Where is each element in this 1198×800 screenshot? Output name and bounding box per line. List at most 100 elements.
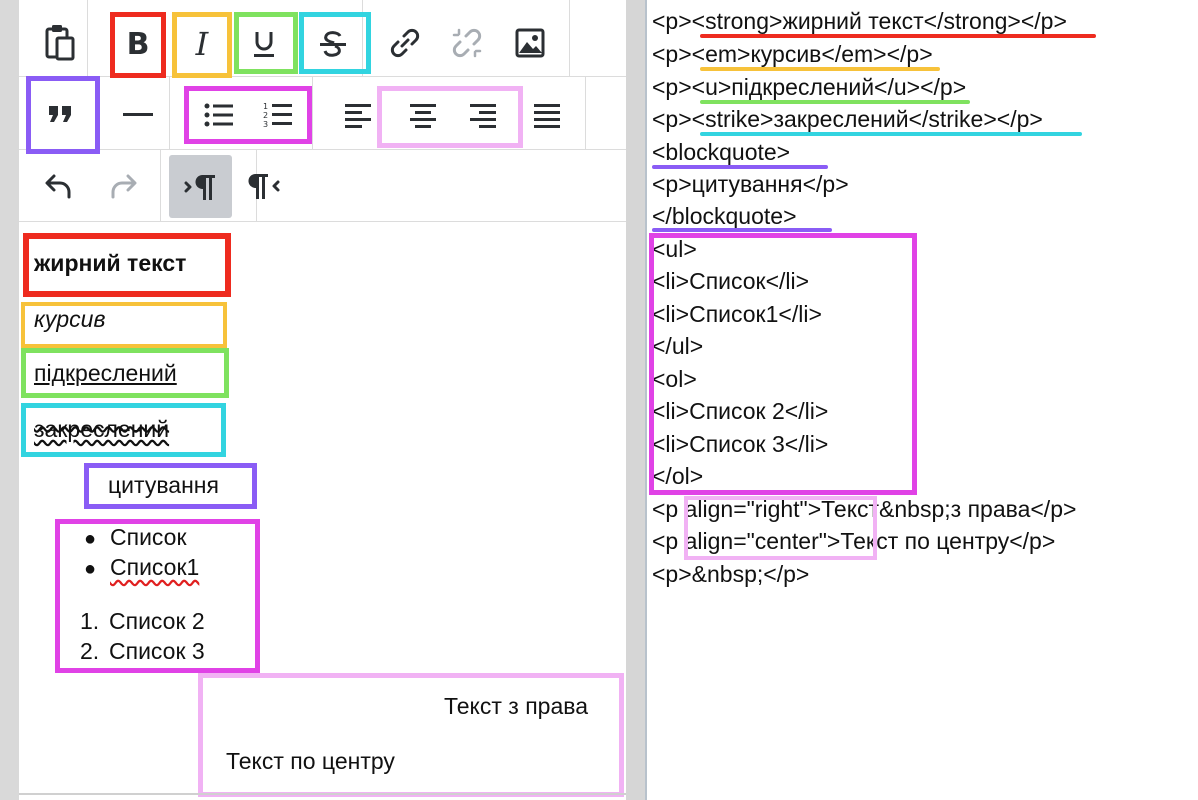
underline-underline-marker <box>700 100 970 104</box>
toolbar-group-divider <box>569 0 570 76</box>
blockquote-button[interactable] <box>34 88 88 140</box>
toolbar-group-divider <box>87 0 88 76</box>
align-justify-button[interactable] <box>522 90 572 140</box>
strikethrough-text-label: закреслений <box>34 416 170 442</box>
ltr-paragraph-icon <box>184 174 215 200</box>
source-line: <p>цитування</p> <box>652 171 849 197</box>
source-line: </blockquote> <box>652 203 797 229</box>
editor-left-edge <box>0 0 19 800</box>
rtl-paragraph-icon <box>248 174 280 199</box>
bold-text: жирний текст <box>34 250 187 276</box>
underline-icon <box>254 32 274 57</box>
paste-button[interactable] <box>36 18 84 66</box>
source-line: <li>Список 3</li> <box>652 431 829 457</box>
align-right-button[interactable] <box>458 90 508 140</box>
strikethrough-button[interactable] <box>303 16 363 72</box>
bullet-icon: ● <box>84 558 97 580</box>
source-line: </ul> <box>652 333 704 359</box>
bullet-list: ● Список ● Список1 <box>84 524 199 584</box>
redo-icon <box>111 174 137 199</box>
align-center-icon <box>410 104 436 128</box>
bullet-list-button[interactable] <box>194 90 244 140</box>
toolbar-bottom-border <box>19 221 626 222</box>
toolbar-group-divider <box>312 77 313 149</box>
bold-underline-marker <box>700 34 1096 38</box>
list-item-label: Список 3 <box>109 638 205 664</box>
align-left-icon <box>345 104 371 128</box>
svg-text:3: 3 <box>263 120 268 129</box>
source-line: <ol> <box>652 366 697 392</box>
source-line: <li>Список</li> <box>652 268 810 294</box>
align-center-button[interactable] <box>398 90 448 140</box>
source-line: <p align="center">Текст по центру</p> <box>652 528 1056 554</box>
numbered-list: 1. Список 2 2. Список 3 <box>80 608 205 668</box>
unlink-button <box>442 18 492 68</box>
list-item-label: Список1 <box>110 554 200 580</box>
svg-text:1: 1 <box>263 102 268 111</box>
blockquote-underline-marker <box>652 165 828 169</box>
strikethrough-underline-marker <box>700 132 1082 136</box>
italic-underline-marker <box>700 67 940 71</box>
underlined-text: підкреслений <box>34 360 177 386</box>
horizontal-rule-button[interactable] <box>113 90 163 140</box>
source-line: <p>&nbsp;</p> <box>652 561 810 587</box>
insert-image-button[interactable] <box>505 18 555 68</box>
toolbar-row-divider <box>19 149 626 150</box>
source-line: <ul> <box>652 236 697 262</box>
horizontal-rule-icon <box>123 113 153 116</box>
clipboard-icon <box>45 25 75 61</box>
source-line: <p><strong>жирний текст</strong></p> <box>652 8 1067 34</box>
source-line: <p><strike>закреслений</strike></p> <box>652 106 1043 132</box>
bullet-icon: ● <box>84 528 97 550</box>
align-left-button[interactable] <box>333 90 383 140</box>
blockquote-text: цитування <box>108 472 219 498</box>
toolbar-group-divider <box>585 77 586 149</box>
list-item-label: Список <box>110 524 187 550</box>
right-aligned-text: Текст з права <box>444 693 589 719</box>
list-item: ● Список <box>84 524 199 554</box>
undo-button[interactable] <box>34 160 84 212</box>
source-line: <p><u>підкреслений</u></p> <box>652 74 967 100</box>
wysiwyg-editor: B I 1 2 3 жирний текст курсив підкреслен… <box>0 0 628 800</box>
source-line: <li>Список1</li> <box>652 301 822 327</box>
center-aligned-text: Текст по центру <box>226 748 395 774</box>
blockquote-icon <box>49 106 71 122</box>
svg-text:2: 2 <box>263 111 268 120</box>
undo-icon <box>45 174 71 199</box>
bold-icon: B <box>126 26 150 62</box>
align-justify-icon <box>534 104 560 128</box>
image-icon <box>515 28 545 58</box>
source-line: </ol> <box>652 463 704 489</box>
list-number: 2. <box>80 638 100 664</box>
toolbar-row-divider <box>19 76 626 77</box>
list-item-label: Список 2 <box>109 608 205 634</box>
link-button[interactable] <box>380 18 430 68</box>
strikethrough-text: закреслений <box>34 416 169 443</box>
alignment-highlight-box <box>198 673 624 797</box>
bold-button[interactable]: B <box>113 16 163 72</box>
toolbar-group-divider <box>160 150 161 222</box>
source-line: <blockquote> <box>652 139 791 165</box>
numbered-list-button[interactable]: 1 2 3 <box>253 90 303 140</box>
align-right-icon <box>470 104 496 128</box>
editor-bottom-border <box>19 793 626 795</box>
rtl-paragraph-button[interactable] <box>238 160 290 212</box>
list-number: 1. <box>80 608 100 634</box>
pane-divider[interactable] <box>626 0 646 800</box>
unlink-icon <box>452 28 482 58</box>
underline-button[interactable] <box>239 16 289 72</box>
strikethrough-icon <box>320 31 346 57</box>
ltr-paragraph-button[interactable] <box>169 155 232 218</box>
source-line: <p align="right">Текст&nbsp;з права</p> <box>652 496 1077 522</box>
list-item: 2. Список 3 <box>80 638 205 668</box>
numbered-list-icon: 1 2 3 <box>263 102 292 129</box>
bullet-list-icon <box>204 103 233 127</box>
blockquote-underline-marker <box>652 228 832 232</box>
italic-icon: I <box>195 25 209 63</box>
toolbar-group-divider <box>169 77 170 149</box>
italic-button[interactable]: I <box>177 16 227 72</box>
link-icon <box>390 28 420 58</box>
list-item: ● Список1 <box>84 554 199 584</box>
list-item: 1. Список 2 <box>80 608 205 638</box>
source-line: <p><em>курсив</em></p> <box>652 41 933 67</box>
